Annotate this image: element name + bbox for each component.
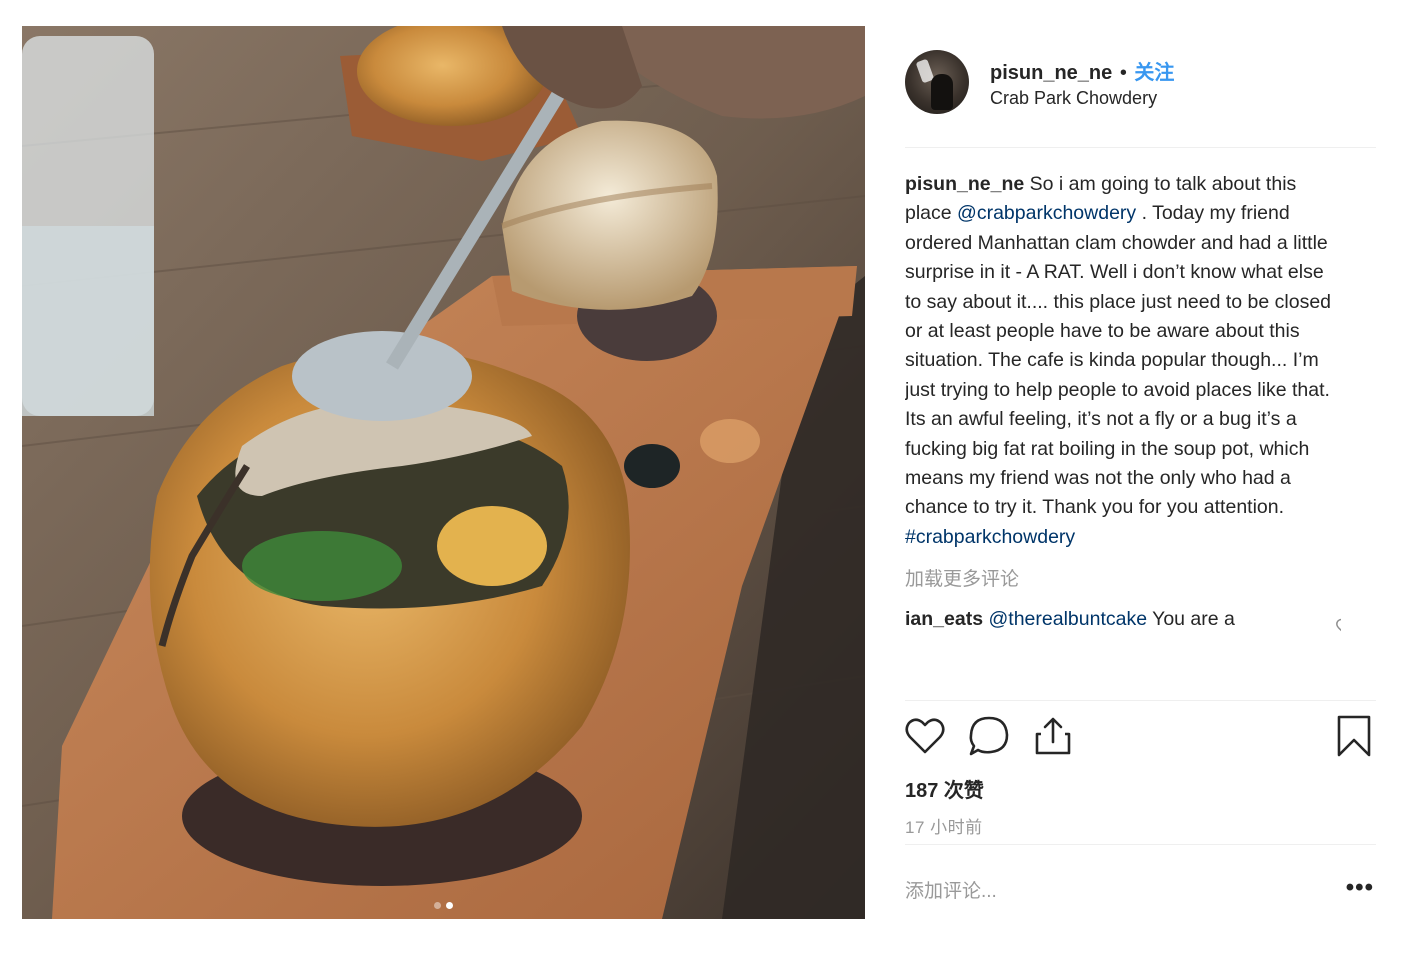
comment-username[interactable]: ian_eats [905,608,983,630]
comment-mention[interactable]: @therealbuntcake [988,608,1147,630]
load-more-comments[interactable]: 加载更多评论 [905,564,1341,591]
post-sidebar: pisun_ne_ne • 关注 Crab Park Chowdery pisu… [884,26,1382,919]
header-username[interactable]: pisun_ne_ne [990,62,1112,84]
carousel-dot-active[interactable] [446,902,453,909]
carousel-indicator [22,902,865,909]
caption-mention[interactable]: @crabparkchowdery [957,202,1136,224]
location-link[interactable]: Crab Park Chowdery [990,88,1157,109]
action-bar [903,714,1376,766]
caption-hashtag[interactable]: #crabparkchowdery [905,526,1075,548]
header-separator: • [1119,62,1127,84]
header-user-line: pisun_ne_ne • 关注 [990,56,1174,85]
bookmark-icon[interactable] [1332,714,1376,758]
share-icon[interactable] [1031,714,1075,758]
comment-text: You are a [1147,608,1235,631]
header-divider [905,147,1376,148]
comments-divider [905,700,1376,701]
avatar[interactable] [905,50,969,114]
comment-item: ian_eats @therealbuntcake You are a [905,605,1341,634]
heart-icon[interactable] [903,714,947,758]
comment-bubble-icon[interactable] [967,714,1011,758]
comments-section[interactable]: pisun_ne_ne So i am going to talk about … [905,170,1341,698]
post-timestamp[interactable]: 17 小时前 [905,813,983,838]
caption-text-2: . Today my friend ordered Manhattan clam… [905,202,1332,519]
footer-divider [905,844,1376,845]
comment-heart-icon[interactable] [1335,617,1341,637]
add-comment-input[interactable]: 添加评论... [905,876,997,903]
likes-count[interactable]: 187 次赞 [905,774,984,803]
follow-button[interactable]: 关注 [1134,62,1174,84]
carousel-dot[interactable] [434,902,441,909]
caption: pisun_ne_ne So i am going to talk about … [905,170,1341,552]
caption-username[interactable]: pisun_ne_ne [905,173,1024,195]
post-photo[interactable] [22,26,865,919]
post-header: pisun_ne_ne • 关注 Crab Park Chowdery [905,50,1372,120]
more-options-icon[interactable]: ••• [1346,876,1374,900]
food-photo-image [22,26,865,919]
